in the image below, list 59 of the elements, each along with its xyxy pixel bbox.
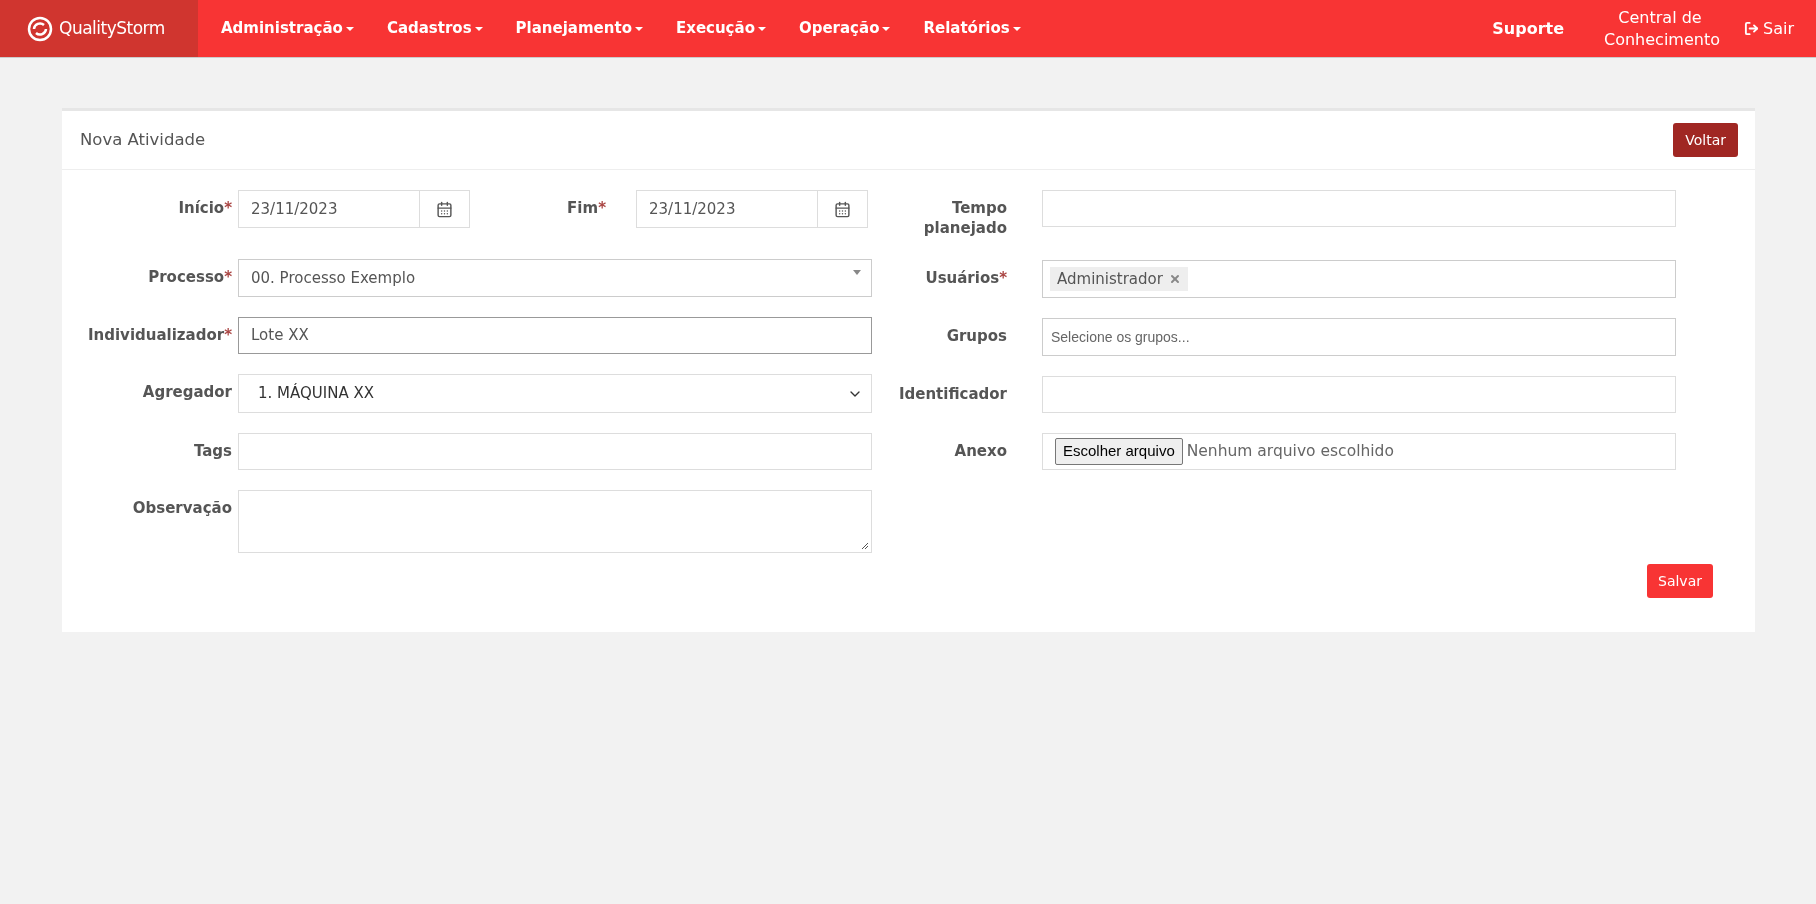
input-field[interactable]: Lote XX: [238, 317, 872, 354]
select-field[interactable]: 1. MÁQUINA XX: [238, 374, 872, 413]
required-mark: *: [224, 326, 232, 344]
required-mark: *: [224, 268, 232, 286]
field-label: Início: [178, 199, 225, 217]
back-button[interactable]: Voltar: [1673, 123, 1738, 157]
nav-menu[interactable]: Operação: [798, 17, 891, 40]
dropdown-arrow-icon: [853, 270, 861, 275]
input-field[interactable]: [238, 433, 872, 470]
required-mark: *: [999, 269, 1007, 287]
input-field[interactable]: [1042, 190, 1676, 227]
date-field[interactable]: 23/11/2023: [636, 190, 818, 228]
logo-icon: [26, 14, 54, 43]
field-label: Agregador: [142, 383, 232, 401]
field-label: Tags: [193, 442, 232, 460]
logout-icon: [1744, 21, 1759, 36]
calendar-icon: [436, 200, 453, 218]
save-button[interactable]: Salvar: [1647, 564, 1713, 598]
nav-menu[interactable]: Execução: [675, 17, 766, 40]
nav-menu[interactable]: Cadastros: [386, 17, 483, 40]
field-label: Grupos: [946, 327, 1007, 345]
remove-icon[interactable]: [1168, 273, 1181, 285]
nav-menu[interactable]: Planejamento: [515, 17, 643, 40]
field-label: Anexo: [954, 442, 1007, 460]
calendar-button[interactable]: [420, 190, 470, 228]
resize-handle-icon: [860, 541, 869, 550]
caret-icon: [345, 26, 354, 31]
nav-menu[interactable]: Relatórios: [923, 17, 1021, 40]
required-mark: *: [224, 199, 232, 217]
file-status: Nenhum arquivo escolhido: [1186, 440, 1394, 462]
field-label: Observação: [132, 499, 232, 517]
calendar-button[interactable]: [818, 190, 868, 228]
user-tag[interactable]: Administrador: [1050, 267, 1188, 291]
caret-icon: [1012, 26, 1021, 31]
field-label: Tempo planejado: [923, 199, 1007, 237]
nav-link[interactable]: Suporte: [1492, 16, 1564, 41]
caret-icon: [474, 26, 483, 31]
date-field[interactable]: 23/11/2023: [238, 190, 420, 228]
caret-icon: [882, 26, 891, 31]
calendar-icon: [834, 200, 851, 218]
groups-field[interactable]: Selecione os grupos...: [1042, 318, 1676, 356]
field-label: Processo: [148, 268, 225, 286]
brand-logo[interactable]: QualityStorm: [0, 0, 198, 57]
users-field[interactable]: Administrador: [1042, 260, 1676, 298]
input-field[interactable]: [1042, 376, 1676, 413]
textarea-field[interactable]: [238, 490, 872, 553]
field-label: Identificador: [898, 385, 1007, 403]
required-mark: *: [598, 199, 606, 217]
field-label: Individualizador: [87, 326, 225, 344]
logout-link[interactable]: Sair: [1744, 16, 1794, 41]
process-select[interactable]: 00. Processo Exemplo: [238, 259, 872, 297]
field-label: Fim: [567, 199, 599, 217]
choose-file-button[interactable]: Escolher arquivo: [1055, 438, 1183, 465]
caret-icon: [634, 26, 643, 31]
field-label: Usuários: [925, 269, 1000, 287]
card-title: Nova Atividade: [80, 128, 206, 151]
file-field[interactable]: Escolher arquivo Nenhum arquivo escolhido: [1042, 433, 1676, 470]
caret-icon: [757, 26, 766, 31]
nav-menu[interactable]: Administração: [221, 17, 354, 40]
